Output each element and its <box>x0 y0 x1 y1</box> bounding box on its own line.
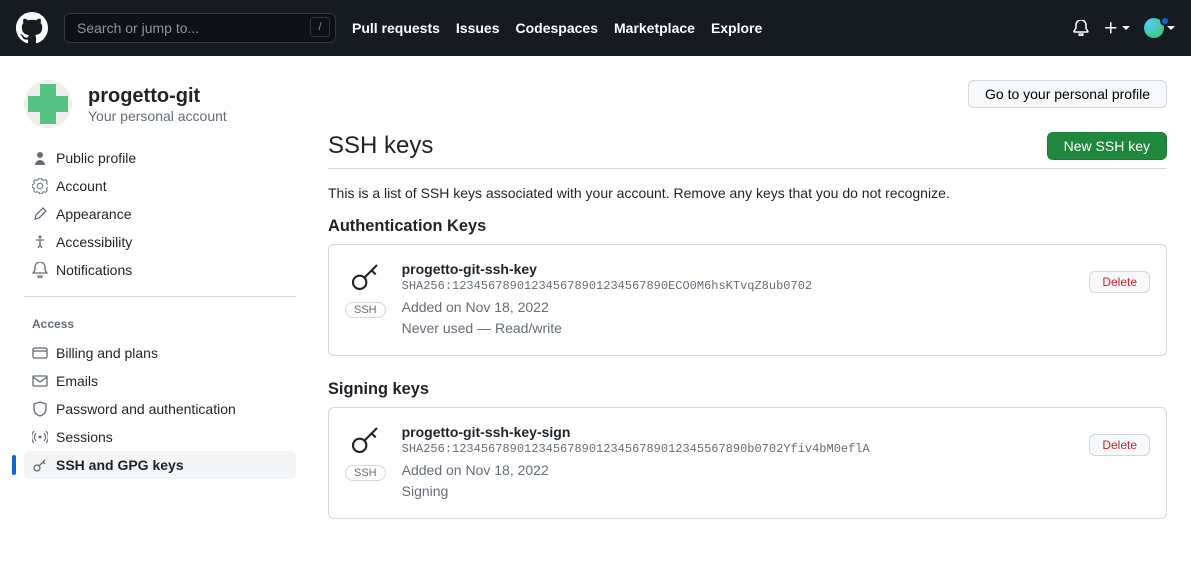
nav-marketplace[interactable]: Marketplace <box>614 20 695 36</box>
sidebar-item-account[interactable]: Account <box>24 172 296 200</box>
sidebar-item-accessibility[interactable]: Accessibility <box>24 228 296 256</box>
bell-icon <box>32 262 48 278</box>
sidebar-item-label: Public profile <box>56 150 136 166</box>
person-icon <box>32 150 48 166</box>
sidebar-item-label: Emails <box>56 373 98 389</box>
key-added: Added on Nov 18, 2022 <box>402 297 1074 318</box>
sidebar-item-label: Billing and plans <box>56 345 158 361</box>
key-icon <box>349 424 381 459</box>
sidebar-item-label: Account <box>56 178 107 194</box>
profile-avatar <box>24 80 72 128</box>
credit-card-icon <box>32 345 48 361</box>
gear-icon <box>32 178 48 194</box>
mail-icon <box>32 373 48 389</box>
key-icon <box>32 457 48 473</box>
sidebar-item-billing[interactable]: Billing and plans <box>24 339 296 367</box>
header-actions <box>1073 18 1175 38</box>
delete-key-button[interactable]: Delete <box>1089 271 1150 293</box>
slash-hint: / <box>310 17 330 37</box>
sidebar-item-label: Password and authentication <box>56 401 236 417</box>
go-to-profile-button[interactable]: Go to your personal profile <box>968 80 1167 108</box>
notifications-icon[interactable] <box>1073 20 1089 36</box>
status-dot <box>1160 16 1170 26</box>
search-input[interactable] <box>64 13 336 43</box>
nav-explore[interactable]: Explore <box>711 20 762 36</box>
key-title: progetto-git-ssh-key <box>402 261 1074 277</box>
key-title: progetto-git-ssh-key-sign <box>402 424 1074 440</box>
settings-sidebar: progetto-git Your personal account Publi… <box>0 56 296 567</box>
key-usage: Never used — Read/write <box>402 318 1074 339</box>
main-content: Go to your personal profile SSH keys New… <box>296 56 1191 567</box>
signing-key-row: SSH progetto-git-ssh-key-sign SHA256:123… <box>328 407 1167 519</box>
nav-codespaces[interactable]: Codespaces <box>516 20 598 36</box>
sidebar-item-label: Notifications <box>56 262 132 278</box>
sidebar-item-public-profile[interactable]: Public profile <box>24 144 296 172</box>
github-logo[interactable] <box>16 12 48 44</box>
sidebar-item-emails[interactable]: Emails <box>24 367 296 395</box>
sidebar-item-label: Sessions <box>56 429 113 445</box>
caret-down-icon <box>1122 26 1130 30</box>
accessibility-icon <box>32 234 48 250</box>
sidebar-item-ssh-gpg[interactable]: SSH and GPG keys <box>24 451 296 479</box>
delete-key-button[interactable]: Delete <box>1089 434 1150 456</box>
key-added: Added on Nov 18, 2022 <box>402 460 1074 481</box>
profile-header: progetto-git Your personal account <box>24 80 296 128</box>
sidebar-item-notifications[interactable]: Notifications <box>24 256 296 284</box>
sidebar-item-label: SSH and GPG keys <box>56 457 184 473</box>
paintbrush-icon <box>32 206 48 222</box>
signing-keys-heading: Signing keys <box>328 380 1167 399</box>
sidebar-item-appearance[interactable]: Appearance <box>24 200 296 228</box>
header-nav: Pull requests Issues Codespaces Marketpl… <box>352 20 762 36</box>
section-access: Access <box>24 309 296 339</box>
key-icon <box>349 261 381 296</box>
shield-lock-icon <box>32 401 48 417</box>
search-wrap: / <box>64 13 336 43</box>
global-header: / Pull requests Issues Codespaces Market… <box>0 0 1191 56</box>
auth-keys-heading: Authentication Keys <box>328 217 1167 236</box>
user-menu[interactable] <box>1144 18 1175 38</box>
sidebar-item-password[interactable]: Password and authentication <box>24 395 296 423</box>
sidebar-item-label: Appearance <box>56 206 132 222</box>
new-ssh-key-button[interactable]: New SSH key <box>1047 132 1167 160</box>
caret-down-icon <box>1167 26 1175 30</box>
sidebar-item-label: Accessibility <box>56 234 132 250</box>
profile-name: progetto-git <box>88 85 227 108</box>
broadcast-icon <box>32 429 48 445</box>
nav-pull-requests[interactable]: Pull requests <box>352 20 440 36</box>
key-fingerprint: SHA256:123456789012345678901234567890ECO… <box>402 279 1074 293</box>
divider <box>24 296 296 297</box>
nav-issues[interactable]: Issues <box>456 20 500 36</box>
key-fingerprint: SHA256:123456789012345678901234567890123… <box>402 442 1074 456</box>
sidebar-item-sessions[interactable]: Sessions <box>24 423 296 451</box>
auth-key-row: SSH progetto-git-ssh-key SHA256:12345678… <box>328 244 1167 356</box>
ssh-badge: SSH <box>345 465 386 481</box>
page-description: This is a list of SSH keys associated wi… <box>328 185 1167 201</box>
profile-subtitle: Your personal account <box>88 108 227 124</box>
key-usage: Signing <box>402 481 1074 502</box>
ssh-badge: SSH <box>345 302 386 318</box>
add-menu[interactable] <box>1103 20 1130 36</box>
page-title: SSH keys <box>328 132 433 160</box>
